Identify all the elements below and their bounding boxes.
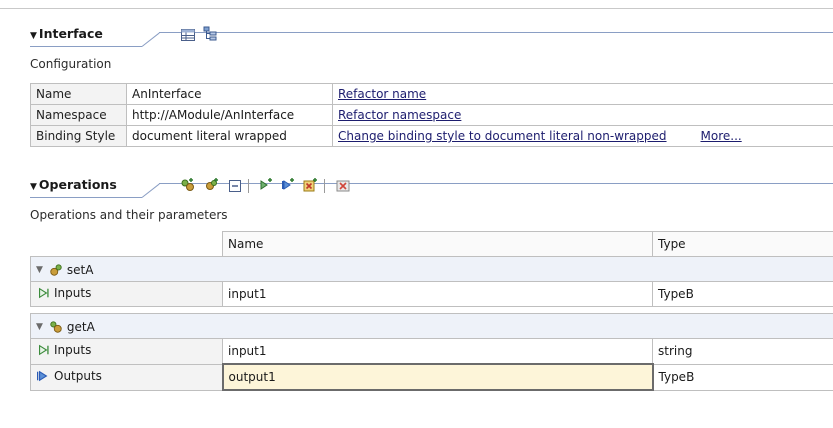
collapse-all-icon[interactable] xyxy=(227,178,243,194)
toolbar-separator xyxy=(324,179,325,193)
operation-row-geta[interactable]: ▼ getA xyxy=(30,313,833,339)
gap-cell xyxy=(30,306,833,314)
parameter-kind-cell: Outputs xyxy=(30,363,223,391)
table-view-icon[interactable] xyxy=(180,27,196,43)
change-binding-style-link[interactable]: Change binding style to document literal… xyxy=(338,129,667,143)
expand-triangle-icon: ▼ xyxy=(30,182,37,192)
header-underline xyxy=(30,46,142,47)
operations-caption: Operations and their parameters xyxy=(30,208,228,222)
operations-section-header[interactable]: ▼ Operations xyxy=(30,177,833,201)
output-arrow-icon xyxy=(37,370,48,382)
add-output-icon[interactable] xyxy=(280,177,296,193)
toolbar-separator xyxy=(248,179,249,193)
interface-section-header[interactable]: ▼ Interface xyxy=(30,26,833,50)
parameter-type-cell[interactable]: string xyxy=(652,338,833,365)
interface-section-title[interactable]: ▼ Interface xyxy=(30,26,103,41)
parameter-name-cell[interactable]: input1 xyxy=(222,338,653,365)
operation-name: setA xyxy=(66,263,94,277)
refactor-namespace-link[interactable]: Refactor namespace xyxy=(338,108,461,122)
parameter-kind: Inputs xyxy=(54,343,92,358)
operations-section-title[interactable]: ▼ Operations xyxy=(30,177,117,192)
parameter-type-cell[interactable]: TypeB xyxy=(652,363,833,391)
config-extra-cell xyxy=(695,104,833,126)
parameter-type-cell[interactable]: TypeB xyxy=(652,281,833,307)
config-action-cell: Refactor namespace xyxy=(332,104,696,126)
column-header-name[interactable]: Name xyxy=(222,231,653,257)
expand-triangle-icon[interactable]: ▼ xyxy=(36,322,43,332)
parameter-row[interactable]: Outputs output1 TypeB xyxy=(30,363,833,391)
top-divider xyxy=(0,8,833,9)
parameter-kind: Inputs xyxy=(54,286,92,300)
config-extra-cell: More... xyxy=(695,125,833,147)
config-extra-cell xyxy=(695,83,833,105)
parameter-kind-cell: Inputs xyxy=(30,338,223,365)
config-label: Namespace xyxy=(30,104,127,126)
config-label: Name xyxy=(30,83,127,105)
config-action-cell: Change binding style to document literal… xyxy=(332,125,696,147)
parameter-row[interactable]: Inputs input1 TypeB xyxy=(30,281,833,307)
one-way-operation-icon xyxy=(50,264,62,276)
header-underline xyxy=(30,197,142,198)
operation-row-seta[interactable]: ▼ setA xyxy=(30,256,833,282)
request-response-operation-icon xyxy=(50,321,62,333)
config-row-namespace: Namespace http://AModule/AnInterface Ref… xyxy=(30,104,833,126)
config-value: AnInterface xyxy=(126,83,333,105)
row-gap xyxy=(30,306,833,314)
config-value: http://AModule/AnInterface xyxy=(126,104,333,126)
operation-name: getA xyxy=(66,320,95,334)
delete-icon[interactable] xyxy=(335,178,351,194)
add-one-way-operation-icon[interactable] xyxy=(204,177,220,193)
add-input-icon[interactable] xyxy=(258,177,274,193)
operation-cell[interactable]: ▼ setA xyxy=(30,256,833,282)
parameter-kind-cell: Inputs xyxy=(30,281,223,307)
expand-triangle-icon: ▼ xyxy=(30,31,37,41)
input-arrow-icon xyxy=(39,287,49,299)
more-link[interactable]: More... xyxy=(701,129,742,143)
add-request-response-operation-icon[interactable] xyxy=(180,177,196,193)
header-rule xyxy=(159,32,833,33)
refactor-name-link[interactable]: Refactor name xyxy=(338,87,426,101)
operations-header-row: Name Type xyxy=(30,231,833,257)
add-fault-icon[interactable] xyxy=(302,177,318,193)
operations-table: Name Type ▼ setA Inputs input1 TypeB ▼ g… xyxy=(30,231,833,391)
config-row-binding-style: Binding Style document literal wrapped C… xyxy=(30,125,833,147)
header-slant xyxy=(141,183,160,198)
config-row-name: Name AnInterface Refactor name xyxy=(30,83,833,105)
column-header-type[interactable]: Type xyxy=(652,231,833,257)
operation-cell[interactable]: ▼ getA xyxy=(30,313,833,339)
header-slant xyxy=(141,32,160,47)
expand-triangle-icon[interactable]: ▼ xyxy=(36,265,43,275)
config-value: document literal wrapped xyxy=(126,125,333,147)
parameter-kind: Outputs xyxy=(54,369,102,383)
interface-caption: Configuration xyxy=(30,57,112,71)
parameter-row[interactable]: Inputs input1 string xyxy=(30,338,833,365)
config-label: Binding Style xyxy=(30,125,127,147)
config-action-cell: Refactor name xyxy=(332,83,696,105)
tree-view-icon[interactable] xyxy=(202,26,218,42)
interface-config-table: Name AnInterface Refactor name Namespace… xyxy=(30,83,833,147)
header-blank-cell xyxy=(30,231,223,257)
parameter-name-cell-editing[interactable]: output1 xyxy=(221,363,654,391)
parameter-name-cell[interactable]: input1 xyxy=(222,281,653,307)
input-arrow-icon xyxy=(39,344,49,356)
